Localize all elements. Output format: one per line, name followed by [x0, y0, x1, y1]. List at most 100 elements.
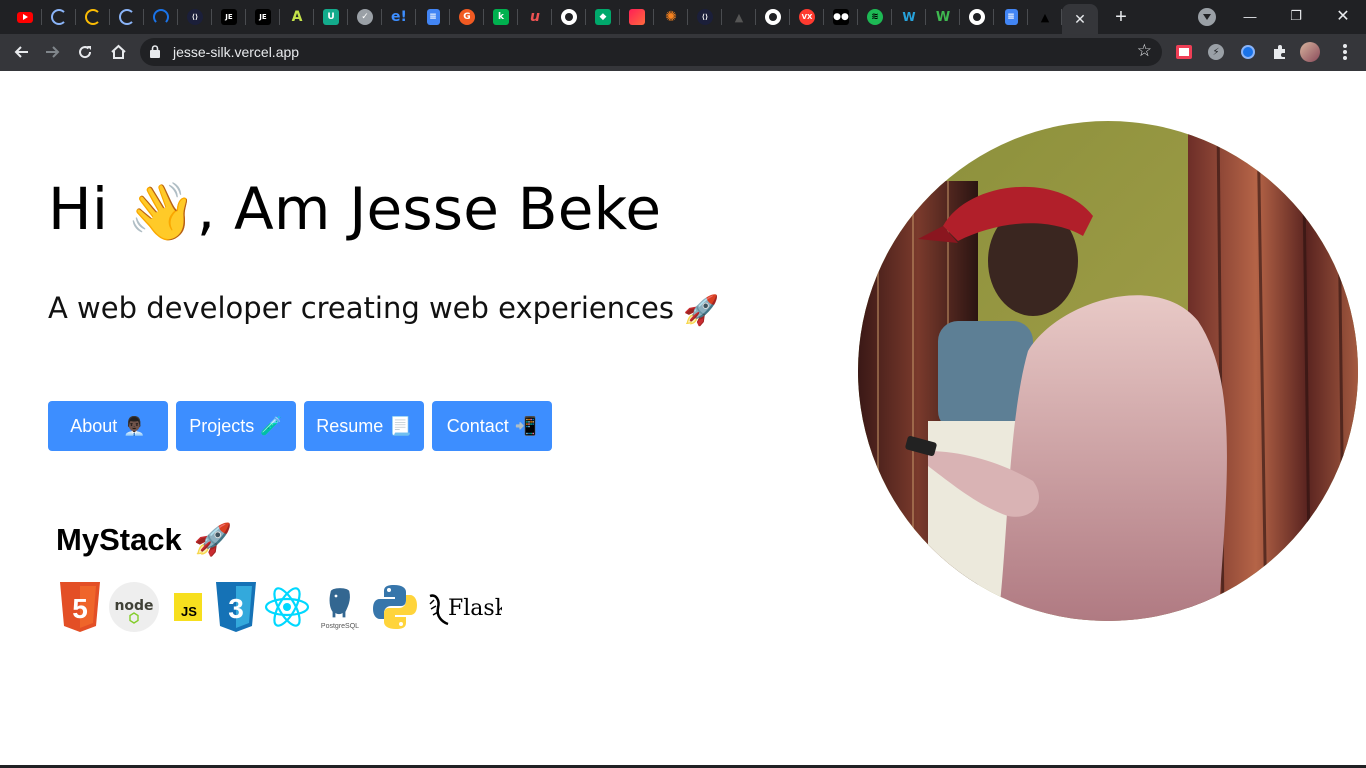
tab-docs-2[interactable]: ≡	[994, 0, 1028, 34]
tab-je-2[interactable]: JE	[246, 0, 280, 34]
waving-hand-emoji: 👋	[126, 180, 197, 246]
tab-dev-2[interactable]: ⟨⟩	[688, 0, 722, 34]
reload-icon	[79, 46, 92, 59]
tab-orange[interactable]: G	[450, 0, 484, 34]
css3-icon: 3	[216, 582, 256, 632]
contact-label: Contact	[446, 415, 509, 436]
back-button[interactable]	[6, 37, 36, 67]
green-k-icon: k	[493, 9, 509, 25]
reload-button[interactable]	[70, 37, 100, 67]
tab-spotify[interactable]: ≋	[858, 0, 892, 34]
profile-avatar[interactable]	[1300, 42, 1320, 62]
tab-search-icon[interactable]	[1198, 8, 1216, 26]
shield-icon: ◆	[595, 9, 611, 25]
react-logo	[264, 582, 310, 632]
tab-green-k[interactable]: k	[484, 0, 518, 34]
flask-logo: Flask	[426, 582, 502, 632]
tab-active[interactable]: ✕	[1062, 4, 1098, 34]
tab-u[interactable]: u	[518, 0, 552, 34]
tab-app[interactable]: A	[280, 0, 314, 34]
projects-button[interactable]: Projects 🧪	[176, 401, 296, 451]
stack-heading: MyStack 🚀	[56, 521, 232, 558]
tab-loading-2[interactable]	[76, 0, 110, 34]
extensions-puzzle-icon[interactable]	[1271, 43, 1289, 61]
forward-arrow-icon	[46, 46, 60, 58]
sync-icon	[153, 9, 169, 25]
projects-label: Projects	[189, 415, 255, 436]
tab-medium[interactable]: ●●	[824, 0, 858, 34]
tab-github-3[interactable]	[960, 0, 994, 34]
tab-sync[interactable]	[144, 0, 178, 34]
javascript-icon: JS	[174, 593, 202, 621]
forward-button[interactable]	[38, 37, 68, 67]
tab-shield[interactable]: ◆	[586, 0, 620, 34]
tab-green-app[interactable]: U	[314, 0, 348, 34]
u-icon: u	[530, 9, 540, 25]
url-text[interactable]: jesse-silk.vercel.app	[173, 44, 299, 60]
html5-icon: 5	[60, 582, 100, 632]
tab-blue[interactable]: W	[892, 0, 926, 34]
tab-triangle-2[interactable]: ▲	[1028, 0, 1062, 34]
blue-icon: W	[902, 10, 916, 24]
orange-icon: G	[459, 9, 475, 25]
contact-button[interactable]: Contact 📲	[432, 401, 552, 451]
profile-photo	[858, 121, 1358, 621]
je-icon: JE	[221, 9, 237, 25]
triangle-icon: ▲	[1040, 10, 1050, 24]
office-worker-emoji: 👨🏿‍💼	[123, 415, 146, 436]
about-button[interactable]: About 👨🏿‍💼	[48, 401, 168, 451]
tab-github-2[interactable]	[756, 0, 790, 34]
close-window-icon[interactable]: ✕	[1320, 0, 1366, 32]
red-icon	[629, 9, 645, 25]
medium-icon: ●●	[833, 9, 849, 25]
dev-icon: ⟨⟩	[697, 9, 713, 25]
css3-logo: 3	[214, 582, 258, 632]
browser-menu-icon[interactable]	[1338, 42, 1352, 62]
tab-red[interactable]	[620, 0, 654, 34]
postgresql-wordmark: PostgreSQL	[321, 623, 359, 630]
minimize-icon[interactable]: —	[1227, 0, 1273, 32]
react-icon	[264, 587, 310, 627]
tab-w[interactable]: W	[926, 0, 960, 34]
tab-docs-1[interactable]: ≡	[416, 0, 450, 34]
profile-photo-illustration	[858, 121, 1358, 621]
tab-vx[interactable]: VX	[790, 0, 824, 34]
bookmark-star-icon[interactable]: ☆	[1137, 42, 1152, 59]
python-icon	[373, 585, 417, 629]
tab-ebay[interactable]: e!	[382, 0, 416, 34]
tab-loading-1[interactable]	[42, 0, 76, 34]
dev-icon: ⟨⟩	[187, 9, 203, 25]
tab-je-1[interactable]: JE	[212, 0, 246, 34]
restore-icon[interactable]: ❐	[1273, 0, 1319, 32]
spotify-icon: ≋	[867, 9, 883, 25]
github-icon	[561, 9, 577, 25]
youtube-icon	[17, 11, 33, 23]
postgresql-icon: PostgreSQL	[321, 586, 359, 630]
close-tab-icon[interactable]: ✕	[1074, 11, 1086, 28]
tech-stack-logos: 5 node JS 3 PostgreSQL Flask	[58, 581, 508, 633]
pocket-extension-icon[interactable]	[1175, 43, 1193, 61]
check-icon: ✓	[357, 9, 373, 25]
bolt-extension-icon[interactable]: ⚡	[1207, 43, 1225, 61]
tab-dev-1[interactable]: ⟨⟩	[178, 0, 212, 34]
tab-triangle-1[interactable]: ▲	[722, 0, 756, 34]
tab-loading-3[interactable]	[110, 0, 144, 34]
loading-icon	[119, 9, 135, 25]
back-arrow-icon	[14, 46, 28, 58]
tab-youtube[interactable]	[8, 0, 42, 34]
blue-extension-icon[interactable]	[1239, 43, 1257, 61]
tab-orange-star[interactable]: ✺	[654, 0, 688, 34]
browser-tab-bar: ⟨⟩ JE JE A U ✓ e! ≡ G k u ◆ ✺ ⟨⟩ ▲ VX ●●…	[0, 0, 1366, 34]
tab-github-1[interactable]	[552, 0, 586, 34]
html5-logo: 5	[58, 582, 102, 632]
subtitle-text: A web developer creating web experiences	[48, 291, 674, 325]
home-button[interactable]	[103, 37, 133, 67]
page-curl-emoji: 📃	[389, 415, 412, 436]
address-bar[interactable]: jesse-silk.vercel.app ☆	[140, 38, 1162, 66]
resume-button[interactable]: Resume 📃	[304, 401, 424, 451]
home-icon	[110, 44, 126, 59]
nodejs-logo: node	[108, 581, 160, 633]
new-tab-button[interactable]: +	[1106, 2, 1136, 32]
tab-check[interactable]: ✓	[348, 0, 382, 34]
js-text: JS	[181, 604, 197, 619]
